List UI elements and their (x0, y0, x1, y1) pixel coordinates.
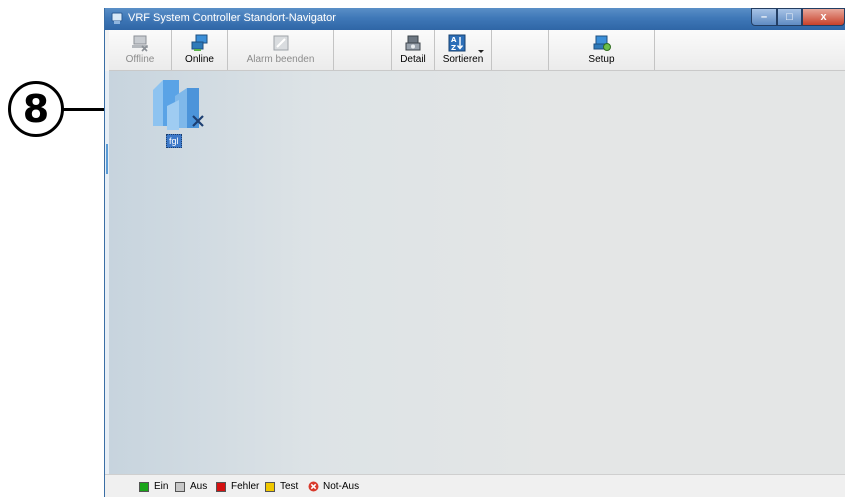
building-icon (153, 80, 204, 130)
legend-item-aus: Aus (175, 481, 207, 492)
splitter-handle[interactable] (106, 144, 108, 174)
legend-swatch (139, 481, 149, 492)
alarm-stop-icon (273, 35, 288, 51)
legend-label: Fehler (231, 481, 260, 492)
legend-swatch (216, 481, 226, 492)
legend-item-not-aus: Not-Aus (308, 481, 359, 492)
legend-swatch (265, 481, 275, 492)
maximize-icon: □ (786, 11, 793, 23)
legend-item-ein: Ein (139, 481, 168, 492)
legend-swatch (175, 481, 185, 492)
legend-item-fehler: Fehler (216, 481, 259, 492)
detail-icon (405, 35, 421, 51)
alarm-stop-button[interactable]: Alarm beenden (228, 30, 334, 70)
minimize-button[interactable]: – (751, 8, 777, 26)
close-button[interactable]: x (802, 8, 845, 26)
legend-label: Not-Aus (323, 481, 360, 492)
online-label: Online (185, 54, 214, 65)
offline-label: Offline (125, 54, 155, 65)
setup-button[interactable]: Setup (549, 30, 655, 70)
detail-label: Detail (400, 54, 426, 65)
close-icon: x (820, 11, 827, 23)
legend-label: Ein (154, 481, 169, 492)
site-view: fgl (109, 71, 845, 475)
site-item[interactable]: fgl (149, 76, 209, 148)
site-label: fgl (166, 134, 182, 148)
detail-button[interactable]: Detail (392, 30, 435, 70)
svg-text:Z: Z (451, 44, 456, 52)
sort-label: Sortieren (442, 54, 484, 65)
computer-disconnect-icon (132, 35, 148, 52)
callout-number-text: 8 (22, 87, 50, 131)
sort-az-icon: A Z (448, 34, 466, 52)
window-title: VRF System Controller Standort-Navigator (128, 12, 336, 24)
legend-item-test: Test (265, 481, 298, 492)
app-icon (111, 12, 123, 24)
callout-number-8: 8 (8, 81, 64, 137)
toolbar-spacer (492, 30, 549, 70)
legend-label: Test (280, 481, 299, 492)
window-controls: – □ x (751, 8, 845, 26)
maximize-button[interactable]: □ (777, 8, 802, 26)
setup-label: Setup (588, 54, 615, 65)
toolbar-spacer (334, 30, 392, 70)
sort-button[interactable]: A Z Sortieren (435, 30, 492, 70)
emergency-stop-icon (308, 481, 319, 492)
status-bar: Ein Aus Fehler Test Not-Aus (105, 474, 845, 497)
title-bar[interactable]: VRF System Controller Standort-Navigator… (105, 8, 845, 30)
offline-button[interactable]: Offline (109, 30, 172, 70)
app-window: VRF System Controller Standort-Navigator… (104, 8, 845, 497)
legend-label: Aus (190, 481, 208, 492)
toolbar: Offline Online Alarm beenden Detail A Z … (109, 30, 845, 71)
online-button[interactable]: Online (172, 30, 228, 70)
svg-text:A: A (451, 36, 457, 44)
setup-computer-icon (593, 35, 611, 51)
minimize-icon: – (760, 11, 768, 23)
alarm-stop-label: Alarm beenden (246, 54, 315, 65)
computer-connect-icon (191, 34, 207, 51)
